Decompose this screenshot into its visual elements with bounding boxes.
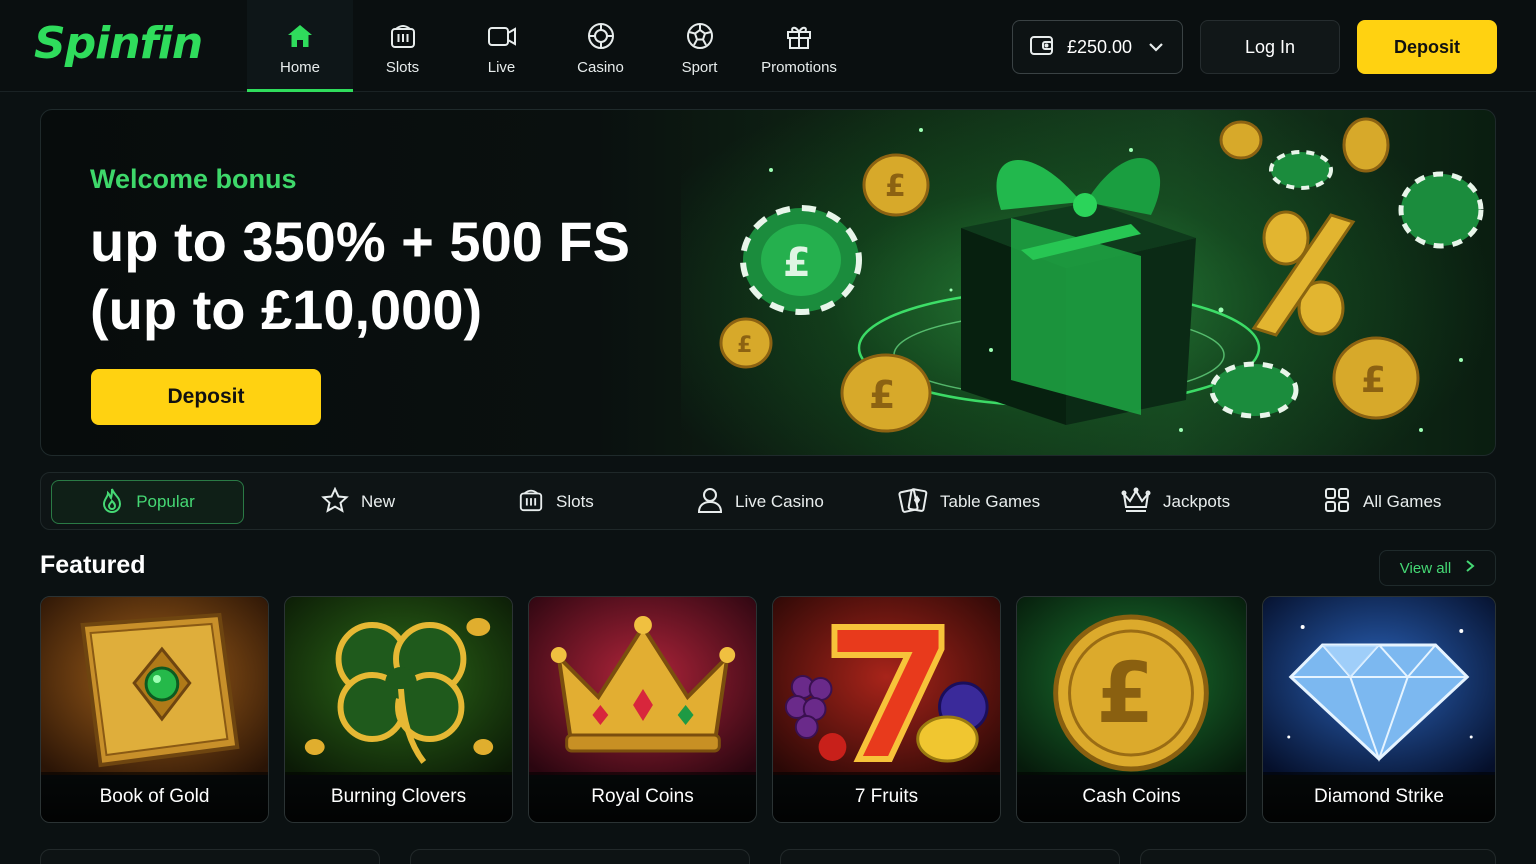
tab-live-casino[interactable]: Live Casino	[697, 480, 824, 524]
cards-icon	[898, 486, 928, 519]
coin-thumbnail: £	[1017, 597, 1246, 775]
welcome-bonus-banner[interactable]: £ £ £ £ £ Welcome bonus up to 350% + 500…	[40, 109, 1496, 456]
svg-text:£: £	[869, 373, 895, 417]
flame-icon	[100, 487, 124, 518]
balance-dropdown[interactable]: £250.00	[1012, 20, 1183, 74]
crown-thumbnail	[529, 597, 756, 775]
tab-label: Slots	[556, 492, 594, 511]
dealer-icon	[697, 486, 723, 519]
star-icon	[321, 486, 349, 518]
soccer-ball-icon	[685, 21, 715, 51]
clover-thumbnail	[285, 597, 512, 775]
game-card[interactable]: Burning Clovers	[284, 596, 513, 823]
svg-text:£: £	[1361, 360, 1386, 401]
hero-title-line2: (up to £10,000)	[90, 278, 483, 341]
view-all-label: View all	[1399, 559, 1452, 577]
game-title: Burning Clovers	[285, 772, 512, 822]
slot-machine-icon	[518, 487, 544, 518]
tab-new[interactable]: New	[321, 480, 395, 524]
chevron-down-icon	[1148, 37, 1164, 58]
nav-slots[interactable]: Slots	[353, 0, 452, 92]
chevron-right-icon	[1465, 559, 1475, 577]
nav-sport[interactable]: Sport	[650, 0, 749, 92]
book-thumbnail	[41, 597, 268, 775]
hero-title-line1: up to 350% + 500 FS	[90, 210, 630, 273]
next-row-card[interactable]	[40, 849, 380, 864]
tab-jackpots[interactable]: Jackpots	[1121, 480, 1230, 524]
view-all-button[interactable]: View all	[1379, 550, 1496, 586]
game-title: Diamond Strike	[1263, 772, 1495, 822]
slot-machine-icon	[388, 21, 418, 51]
next-row-card[interactable]	[780, 849, 1120, 864]
game-card[interactable]: Royal Coins	[528, 596, 757, 823]
casino-chip-icon	[586, 21, 616, 51]
gift-and-coins-illustration: £ £ £ £ £	[719, 117, 1484, 433]
nav-live[interactable]: Live	[452, 0, 551, 92]
nav-label: Slots	[385, 58, 420, 76]
tab-table-games[interactable]: Table Games	[898, 480, 1040, 524]
hero-title: up to 350% + 500 FS (up to £10,000)	[90, 208, 690, 344]
game-card[interactable]: Diamond Strike	[1262, 596, 1496, 823]
wallet-icon	[1029, 33, 1055, 62]
svg-text:£: £	[885, 169, 906, 204]
nav-label: Live	[487, 58, 516, 76]
tab-slots[interactable]: Slots	[518, 480, 594, 524]
tab-label: Live Casino	[735, 492, 824, 511]
logo[interactable]: Spinfin	[34, 18, 203, 69]
tab-all-games[interactable]: All Games	[1323, 480, 1441, 524]
hero-deposit-button[interactable]: Deposit	[91, 369, 321, 425]
balance-amount: £250.00	[1067, 36, 1133, 57]
nav-label: Casino	[577, 58, 624, 76]
game-title: Book of Gold	[41, 772, 268, 822]
grid-icon	[1323, 486, 1351, 519]
hero-eyebrow: Welcome bonus	[90, 164, 297, 194]
tab-label: All Games	[1363, 492, 1442, 511]
tab-label: New	[361, 492, 396, 511]
live-tv-icon	[487, 21, 517, 51]
game-card[interactable]: Book of Gold	[40, 596, 269, 823]
active-indicator	[247, 89, 353, 92]
home-icon	[285, 21, 315, 51]
svg-text:£: £	[783, 240, 811, 286]
tab-label: Jackpots	[1163, 492, 1231, 511]
game-title: Royal Coins	[529, 772, 756, 822]
svg-text:£: £	[737, 333, 752, 358]
nav-label: Promotions	[761, 58, 837, 76]
seven-fruits-thumbnail	[773, 597, 1000, 775]
top-header: Spinfin Home Slots Live Casino Sport Pro…	[0, 0, 1536, 92]
game-title: 7 Fruits	[773, 772, 1000, 822]
category-tabs: Popular New Slots Live Casino Table Game…	[40, 472, 1496, 530]
nav-label: Sport	[681, 58, 718, 76]
svg-text:£: £	[1096, 644, 1154, 742]
login-button[interactable]: Log In	[1200, 20, 1340, 74]
gift-icon	[784, 21, 814, 51]
game-card[interactable]: 7 Fruits	[772, 596, 1001, 823]
tab-label: Popular	[136, 492, 195, 511]
game-title: Cash Coins	[1017, 772, 1246, 822]
nav-label: Home	[279, 58, 320, 76]
nav-casino[interactable]: Casino	[551, 0, 650, 92]
crown-icon	[1121, 487, 1151, 518]
game-card[interactable]: £ Cash Coins	[1016, 596, 1247, 823]
nav-promotions[interactable]: Promotions	[749, 0, 849, 92]
deposit-button[interactable]: Deposit	[1357, 20, 1497, 74]
tab-label: Table Games	[940, 492, 1041, 511]
next-row-card[interactable]	[1140, 849, 1496, 864]
diamond-thumbnail	[1263, 597, 1495, 775]
tab-popular[interactable]: Popular	[51, 480, 244, 524]
nav-home[interactable]: Home	[247, 0, 353, 92]
main-nav: Home Slots Live Casino Sport Promotions	[247, 0, 849, 92]
next-row-card[interactable]	[410, 849, 750, 864]
section-title: Featured	[40, 551, 146, 579]
